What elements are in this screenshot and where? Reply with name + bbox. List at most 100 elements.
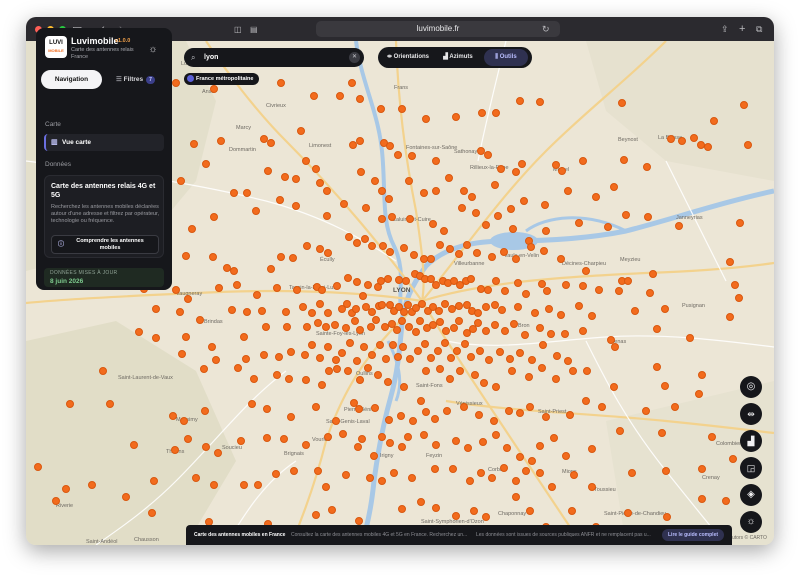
antenna-marker[interactable] xyxy=(698,465,706,473)
antenna-marker[interactable] xyxy=(385,416,393,424)
antenna-marker[interactable] xyxy=(283,323,291,331)
antenna-marker[interactable] xyxy=(661,382,669,390)
antenna-marker[interactable] xyxy=(553,352,561,360)
antenna-marker[interactable] xyxy=(518,160,526,168)
antenna-marker[interactable] xyxy=(184,295,192,303)
antenna-marker[interactable] xyxy=(492,431,500,439)
antenna-marker[interactable] xyxy=(484,151,492,159)
antenna-marker[interactable] xyxy=(491,321,499,329)
antenna-marker[interactable] xyxy=(345,233,353,241)
antenna-marker[interactable] xyxy=(514,279,522,287)
antenna-marker[interactable] xyxy=(416,317,424,325)
antenna-marker[interactable] xyxy=(463,241,471,249)
antenna-marker[interactable] xyxy=(440,227,448,235)
antenna-marker[interactable] xyxy=(169,412,177,420)
url-field[interactable]: luvimobile.fr xyxy=(316,21,560,37)
antenna-marker[interactable] xyxy=(610,183,618,191)
antenna-marker[interactable] xyxy=(325,367,333,375)
antenna-marker[interactable] xyxy=(525,373,533,381)
antenna-marker[interactable] xyxy=(432,187,440,195)
antenna-marker[interactable] xyxy=(402,277,410,285)
antenna-marker[interactable] xyxy=(447,354,455,362)
antenna-marker[interactable] xyxy=(431,465,439,473)
antenna-marker[interactable] xyxy=(378,477,386,485)
antenna-marker[interactable] xyxy=(690,134,698,142)
antenna-marker[interactable] xyxy=(322,323,330,331)
antenna-marker[interactable] xyxy=(570,471,578,479)
antenna-marker[interactable] xyxy=(446,375,454,383)
antenna-marker[interactable] xyxy=(417,498,425,506)
antenna-marker[interactable] xyxy=(557,311,565,319)
antenna-marker[interactable] xyxy=(52,497,60,505)
antenna-marker[interactable] xyxy=(328,506,336,514)
antenna-marker[interactable] xyxy=(461,340,469,348)
antenna-marker[interactable] xyxy=(390,469,398,477)
antenna-marker[interactable] xyxy=(468,193,476,201)
antenna-marker[interactable] xyxy=(290,467,298,475)
antenna-marker[interactable] xyxy=(421,340,429,348)
antenna-marker[interactable] xyxy=(312,165,320,173)
antenna-marker[interactable] xyxy=(620,156,628,164)
locate-button[interactable]: ◎ xyxy=(740,376,762,398)
antenna-marker[interactable] xyxy=(171,446,179,454)
antenna-marker[interactable] xyxy=(552,375,560,383)
scope-chip[interactable]: France métropolitaine xyxy=(184,73,260,85)
antenna-marker[interactable] xyxy=(282,308,290,316)
antenna-marker[interactable] xyxy=(662,467,670,475)
antenna-marker[interactable] xyxy=(658,429,666,437)
antenna-marker[interactable] xyxy=(624,509,632,517)
antenna-marker[interactable] xyxy=(333,282,341,290)
antenna-marker[interactable] xyxy=(498,306,506,314)
antenna-marker[interactable] xyxy=(474,319,482,327)
antenna-marker[interactable] xyxy=(410,251,418,259)
antenna-marker[interactable] xyxy=(384,275,392,283)
antenna-marker[interactable] xyxy=(386,142,394,150)
antenna-marker[interactable] xyxy=(531,309,539,317)
antenna-marker[interactable] xyxy=(435,307,443,315)
antenna-marker[interactable] xyxy=(210,213,218,221)
signal-button[interactable]: ▟ xyxy=(740,430,762,452)
antenna-marker[interactable] xyxy=(277,253,285,261)
antenna-marker[interactable] xyxy=(293,286,301,294)
clear-search-button[interactable]: ✕ xyxy=(349,52,360,63)
antenna-marker[interactable] xyxy=(230,189,238,197)
antenna-marker[interactable] xyxy=(316,179,324,187)
antenna-marker[interactable] xyxy=(353,357,361,365)
antenna-marker[interactable] xyxy=(543,287,551,295)
antenna-marker[interactable] xyxy=(432,441,440,449)
antenna-marker[interactable] xyxy=(512,493,520,501)
antenna-marker[interactable] xyxy=(342,471,350,479)
antenna-marker[interactable] xyxy=(479,438,487,446)
antenna-marker[interactable] xyxy=(289,254,297,262)
antenna-marker[interactable] xyxy=(250,375,258,383)
antenna-marker[interactable] xyxy=(514,303,522,311)
antenna-marker[interactable] xyxy=(176,308,184,316)
antenna-marker[interactable] xyxy=(417,397,425,405)
antenna-marker[interactable] xyxy=(400,308,408,316)
antenna-marker[interactable] xyxy=(735,294,743,302)
antenna-marker[interactable] xyxy=(500,464,508,472)
antenna-marker[interactable] xyxy=(240,481,248,489)
antenna-marker[interactable] xyxy=(258,307,266,315)
antenna-marker[interactable] xyxy=(368,242,376,250)
antenna-marker[interactable] xyxy=(378,301,386,309)
antenna-marker[interactable] xyxy=(507,205,515,213)
antenna-marker[interactable] xyxy=(393,326,401,334)
antenna-marker[interactable] xyxy=(178,350,186,358)
antenna-marker[interactable] xyxy=(364,364,372,372)
antenna-marker[interactable] xyxy=(182,252,190,260)
antenna-marker[interactable] xyxy=(522,290,530,298)
antenna-marker[interactable] xyxy=(420,431,428,439)
antenna-marker[interactable] xyxy=(526,507,534,515)
antenna-marker[interactable] xyxy=(378,215,386,223)
antenna-marker[interactable] xyxy=(150,477,158,485)
antenna-marker[interactable] xyxy=(541,201,549,209)
antenna-marker[interactable] xyxy=(427,354,435,362)
antenna-marker[interactable] xyxy=(506,355,514,363)
antenna-marker[interactable] xyxy=(736,219,744,227)
tab-navigation[interactable]: Navigation xyxy=(41,70,102,89)
antenna-marker[interactable] xyxy=(208,343,216,351)
antenna-marker[interactable] xyxy=(308,341,316,349)
antenna-marker[interactable] xyxy=(263,405,271,413)
antenna-marker[interactable] xyxy=(526,403,534,411)
